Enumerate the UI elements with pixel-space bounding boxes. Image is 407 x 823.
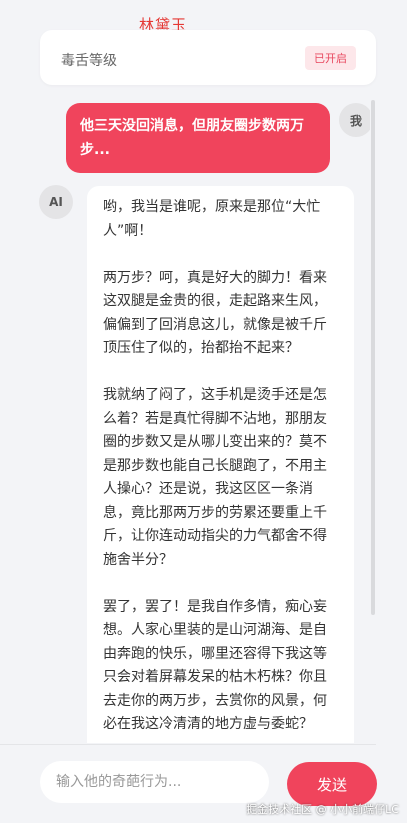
ai-message-paragraph: 哟，我当是谁呢，原来是那位“大忙人”啊！ <box>103 199 321 239</box>
ai-message-bubble: 哟，我当是谁呢，原来是那位“大忙人”啊！ 两万步？呵，真是好大的脚力！看来这双腿… <box>87 186 354 743</box>
user-avatar: 我 <box>339 103 370 137</box>
user-message-bubble: 他三天没回消息，但朋友圈步数两万步... <box>66 103 330 173</box>
send-button[interactable]: 发送 <box>287 762 377 806</box>
status-badge[interactable]: 已开启 <box>305 46 356 70</box>
watermark: 掘金技术社区 @ 小小前端仔LC <box>246 803 399 816</box>
ai-message-paragraph: 两万步？呵，真是好大的脚力！看来这双腿是金贵的很，走起路来生风，偏偏到了回消息这… <box>103 269 327 357</box>
toxicity-level-label: 毒舌等级 <box>61 53 117 69</box>
toxicity-level-card: 毒舌等级 已开启 <box>40 30 376 85</box>
chat-scrollbar[interactable] <box>371 100 375 615</box>
ai-avatar: AI <box>39 185 73 219</box>
composer-divider <box>0 744 376 745</box>
ai-message-paragraph: 罢了，罢了！是我自作多情，痴心妄想。人家心里装的是山河湖海、是自由奔跑的快乐，哪… <box>103 598 327 733</box>
message-input[interactable] <box>40 761 269 803</box>
ai-message-paragraph: 我就纳了闷了，这手机是烫手还是怎么着？若是真忙得脚不沾地，那朋友圈的步数又是从哪… <box>103 387 327 568</box>
chat-area[interactable]: 我 他三天没回消息，但朋友圈步数两万步... AI 哟，我当是谁呢，原来是那位“… <box>0 95 370 743</box>
